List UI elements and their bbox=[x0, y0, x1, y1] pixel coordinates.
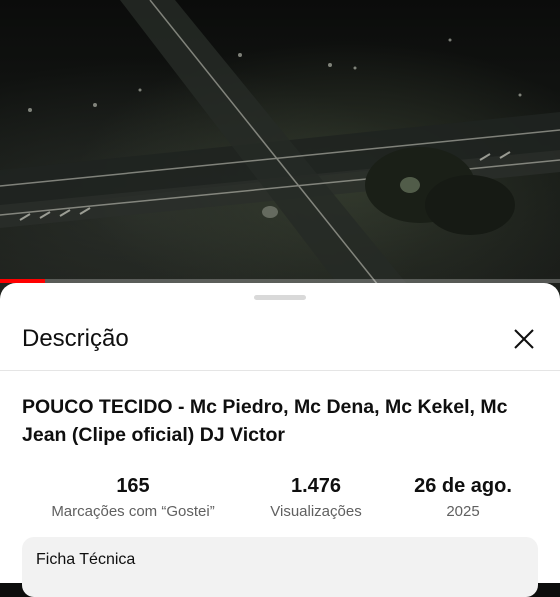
video-frame-scene bbox=[0, 0, 560, 300]
video-player[interactable] bbox=[0, 0, 560, 300]
sheet-title: Descrição bbox=[22, 325, 129, 352]
close-icon bbox=[514, 329, 534, 349]
close-button[interactable] bbox=[508, 323, 540, 355]
likes-stat: 165 Marcações com “Gostei” bbox=[22, 473, 244, 523]
likes-label: Marcações com “Gostei” bbox=[51, 503, 215, 520]
publish-date: 26 de ago. bbox=[414, 475, 512, 497]
description-sheet: Descrição POUCO TECIDO - Mc Piedro, Mc D… bbox=[0, 283, 560, 597]
views-label: Visualizações bbox=[270, 503, 362, 520]
drag-handle[interactable] bbox=[254, 295, 306, 300]
divider bbox=[0, 370, 560, 371]
publish-year: 2025 bbox=[446, 503, 480, 520]
views-count: 1.476 bbox=[290, 475, 342, 497]
likes-count: 165 bbox=[116, 475, 150, 497]
tech-sheet-card[interactable]: Ficha Técnica bbox=[22, 537, 538, 597]
date-stat: 26 de ago. 2025 bbox=[396, 473, 530, 523]
tech-sheet-label: Ficha Técnica bbox=[36, 551, 136, 568]
views-stat: 1.476 Visualizações bbox=[246, 473, 386, 523]
video-title: POUCO TECIDO - Mc Piedro, Mc Dena, Mc Ke… bbox=[22, 396, 508, 446]
